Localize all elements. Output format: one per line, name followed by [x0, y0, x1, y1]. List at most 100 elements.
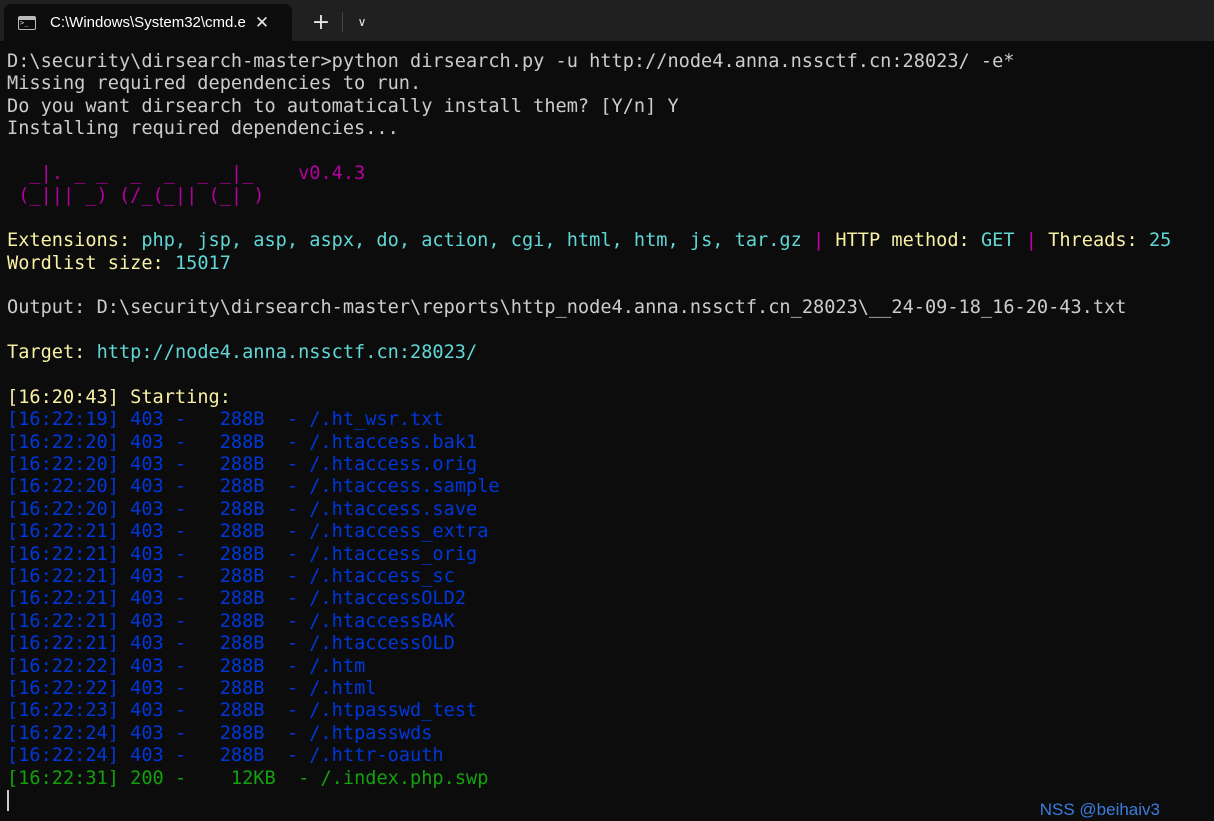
- result-status: 403: [130, 655, 164, 677]
- result-size: 288B: [208, 677, 265, 699]
- extensions-value: php, jsp, asp, aspx, do, action, cgi, ht…: [141, 230, 802, 252]
- result-status: 403: [130, 476, 164, 498]
- result-time: [16:22:21]: [7, 521, 119, 543]
- result-row: [16:22:24] 403 - 288B - /.htpasswds: [7, 722, 433, 744]
- watermark: NSS @beihaiv3: [1039, 800, 1160, 819]
- http-method-label: HTTP method:: [835, 230, 970, 252]
- wordlist-line: Wordlist size: 15017: [7, 253, 1214, 275]
- result-status: 403: [130, 409, 164, 431]
- result-path: /.htaccessBAK: [309, 610, 455, 632]
- extensions-label: Extensions:: [7, 230, 131, 252]
- result-status: 403: [130, 431, 164, 453]
- result-time: [16:22:20]: [7, 498, 119, 520]
- result-path: /.htaccess.bak1: [309, 431, 478, 453]
- banner-logo-line-2: (_||| _) (/_(_|| (_| ): [7, 185, 265, 207]
- result-time: [16:22:20]: [7, 431, 119, 453]
- result-status: 403: [130, 745, 164, 767]
- result-row: [16:22:20] 403 - 288B - /.htaccess.orig: [7, 454, 478, 476]
- result-time: [16:22:20]: [7, 476, 119, 498]
- result-size: 288B: [208, 431, 265, 453]
- tab-cmd[interactable]: C:\Windows\System32\cmd.e ✕: [4, 4, 292, 41]
- target-url: http://node4.anna.nssctf.cn:28023/: [96, 342, 478, 364]
- result-row: [16:22:21] 403 - 288B - /.htaccessOLD: [7, 633, 455, 655]
- result-status: 403: [130, 610, 164, 632]
- result-path: /.htaccess.sample: [309, 476, 500, 498]
- result-size: 288B: [208, 476, 265, 498]
- result-row: [16:22:21] 403 - 288B - /.htaccessOLD2: [7, 588, 467, 610]
- result-row: [16:22:21] 403 - 288B - /.htaccess_extra: [7, 521, 489, 543]
- result-status: 403: [130, 498, 164, 520]
- result-row: [16:22:21] 403 - 288B - /.htaccess_sc: [7, 565, 455, 587]
- banner-art-1: _|. _ _ _ _ _ _|_: [7, 162, 299, 184]
- result-row: [16:22:20] 403 - 288B - /.htaccess.bak1: [7, 431, 478, 453]
- close-icon[interactable]: ✕: [248, 9, 276, 37]
- pipe-separator: |: [1025, 230, 1037, 252]
- result-size: 288B: [208, 588, 265, 610]
- result-time: [16:22:23]: [7, 700, 119, 722]
- result-time: [16:22:22]: [7, 655, 119, 677]
- result-size: 288B: [208, 521, 265, 543]
- terminal-icon: [18, 15, 36, 30]
- version-label: v0.4.3: [298, 162, 366, 184]
- result-time: [16:22:21]: [7, 588, 119, 610]
- result-time: [16:22:31]: [7, 767, 119, 789]
- result-size: 288B: [208, 633, 265, 655]
- results-list: [16:22:19] 403 - 288B - /.ht_wsr.txt [16:…: [7, 409, 1214, 790]
- extensions-line: Extensions: php, jsp, asp, aspx, do, act…: [7, 230, 1214, 252]
- pipe-separator: |: [813, 230, 825, 252]
- result-time: [16:22:24]: [7, 722, 119, 744]
- result-path: /.htaccess_orig: [309, 543, 478, 565]
- result-path: /.htaccess.save: [309, 498, 478, 520]
- result-path: /.ht_wsr.txt: [309, 409, 444, 431]
- result-size: 288B: [208, 498, 265, 520]
- result-size: 288B: [208, 454, 265, 476]
- result-path: /.htaccessOLD: [309, 633, 455, 655]
- result-row: [16:22:22] 403 - 288B - /.html: [7, 677, 377, 699]
- install-prompt-line: Do you want dirsearch to automatically i…: [7, 95, 679, 117]
- result-row: [16:22:19] 403 - 288B - /.ht_wsr.txt: [7, 409, 444, 431]
- result-size: 288B: [208, 565, 265, 587]
- result-status: 403: [130, 722, 164, 744]
- target-label: Target:: [7, 342, 86, 364]
- starting-line: [16:20:43] Starting:: [7, 387, 1214, 409]
- title-bar: C:\Windows\System32\cmd.e ✕ + ∨: [0, 0, 1214, 41]
- result-path: /.html: [309, 677, 377, 699]
- starting-time: [16:20:43]: [7, 386, 119, 408]
- result-status: 403: [130, 588, 164, 610]
- terminal-output[interactable]: D:\security\dirsearch-master>python dirs…: [0, 51, 1214, 821]
- result-time: [16:22:21]: [7, 565, 119, 587]
- new-tab-button[interactable]: +: [304, 5, 338, 39]
- result-path: /.htaccess.orig: [309, 454, 478, 476]
- result-path: /.htpasswd_test: [309, 700, 478, 722]
- result-status: 200: [130, 767, 164, 789]
- result-row: [16:22:24] 403 - 288B - /.httr-oauth: [7, 745, 444, 767]
- result-path: /.htaccessOLD2: [309, 588, 467, 610]
- result-size: 288B: [208, 722, 265, 744]
- result-row: [16:22:21] 403 - 288B - /.htaccess_orig: [7, 543, 478, 565]
- tab-title: C:\Windows\System32\cmd.e: [50, 14, 246, 31]
- result-size: 288B: [208, 409, 265, 431]
- wordlist-value: 15017: [174, 252, 231, 274]
- result-path: /.index.php.swp: [320, 767, 489, 789]
- missing-deps-line: Missing required dependencies to run.: [7, 73, 422, 95]
- target-line: Target: http://node4.anna.nssctf.cn:2802…: [7, 342, 1214, 364]
- result-status: 403: [130, 700, 164, 722]
- result-status: 403: [130, 543, 164, 565]
- chevron-down-icon[interactable]: ∨: [347, 5, 377, 39]
- result-size: 288B: [208, 745, 265, 767]
- command-line: D:\security\dirsearch-master>python dirs…: [7, 51, 1015, 72]
- result-time: [16:22:21]: [7, 610, 119, 632]
- threads-value: 25: [1148, 230, 1172, 252]
- result-size: 288B: [208, 655, 265, 677]
- threads-label: Threads:: [1048, 230, 1138, 252]
- result-path: /.htaccess_extra: [309, 521, 489, 543]
- result-size: 288B: [208, 543, 265, 565]
- output-path: D:\security\dirsearch-master\reports\htt…: [96, 297, 1127, 319]
- result-row: [16:22:20] 403 - 288B - /.htaccess.sampl…: [7, 476, 500, 498]
- result-time: [16:22:21]: [7, 543, 119, 565]
